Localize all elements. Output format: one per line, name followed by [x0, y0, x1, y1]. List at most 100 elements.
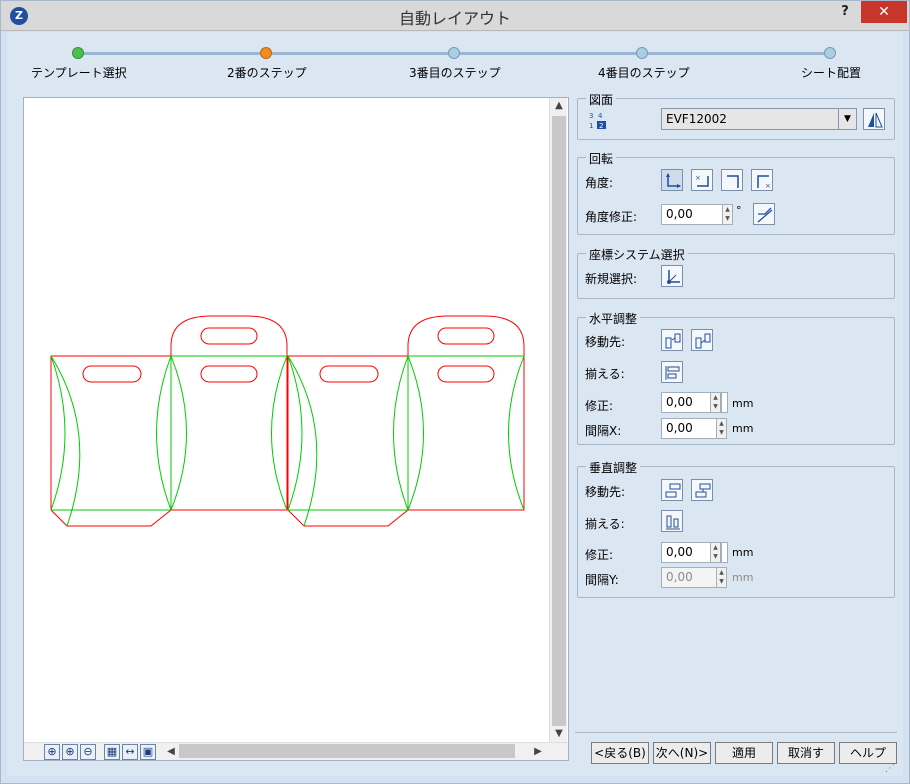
v-gap-label: 間隔Y:	[585, 573, 619, 587]
v-correction-spacer	[721, 542, 728, 563]
resize-grip-icon[interactable]: ⋰	[885, 763, 899, 777]
angle-correction-label: 角度修正:	[585, 210, 638, 224]
h-gap-unit: mm	[732, 422, 754, 435]
scroll-down-arrow-icon[interactable]: ▼	[552, 728, 566, 739]
rotate-270-icon: ×	[757, 175, 771, 190]
pick-angle-button[interactable]	[753, 203, 775, 225]
chevron-down-icon[interactable]: ▼	[838, 109, 856, 129]
layout-preview-canvas[interactable]	[23, 97, 569, 761]
box-crease-curve	[508, 355, 525, 511]
step-2-dot[interactable]	[260, 47, 272, 59]
fit-image-icon[interactable]: ▣	[140, 744, 156, 760]
vertical-scrollbar[interactable]: ▲ ▼	[549, 98, 567, 743]
v-correction-unit: mm	[732, 546, 754, 559]
zoom-out-icon[interactable]: ⊖	[80, 744, 96, 760]
spin-arrows-icon[interactable]: ▲ ▼	[722, 205, 732, 224]
footer-separator	[575, 732, 897, 733]
help-question-button[interactable]: ?	[831, 1, 859, 23]
coord-system-group-title: 座標システム選択	[586, 246, 688, 263]
cancel-button[interactable]: 取消す	[777, 742, 835, 764]
step-3-dot[interactable]	[448, 47, 460, 59]
coordinate-origin-icon	[667, 270, 680, 284]
angle-correction-input[interactable]: 0,00 ▲ ▼	[661, 204, 733, 225]
box-crease-curve	[287, 355, 318, 527]
select-origin-button[interactable]	[661, 265, 683, 287]
box-crease-curve	[407, 355, 424, 511]
h-move-right-button[interactable]	[691, 329, 713, 351]
h-correction-input[interactable]: 0,00 ▲ ▼	[661, 392, 721, 413]
box-crease-curve	[170, 355, 187, 511]
angle-correction-value: 0,00	[666, 207, 693, 221]
step-5-label[interactable]: シート配置	[801, 64, 861, 81]
vertical-scroll-thumb[interactable]	[552, 116, 566, 726]
die-line-drawing	[50, 315, 525, 527]
v-gap-unit: mm	[732, 571, 754, 584]
spin-arrows-icon[interactable]: ▲ ▼	[716, 419, 726, 438]
next-button[interactable]: 次へ(N)>	[653, 742, 711, 764]
box-crease-curve	[393, 355, 409, 511]
spin-arrows-icon: ▲ ▼	[716, 568, 726, 587]
v-correction-value: 0,00	[666, 545, 693, 559]
spin-arrows-icon[interactable]: ▲ ▼	[710, 393, 720, 412]
align-left-icon	[665, 333, 681, 349]
rotate-0-button[interactable]	[661, 169, 683, 191]
svg-text:3: 3	[589, 112, 593, 120]
mirror-drawing-button[interactable]	[863, 108, 885, 130]
svg-text:1: 1	[589, 122, 593, 130]
v-correction-input[interactable]: 0,00 ▲ ▼	[661, 542, 721, 563]
v-correction-label: 修正:	[585, 548, 614, 562]
step-2-label[interactable]: 2番のステップ	[227, 64, 307, 81]
mirror-icon	[868, 112, 883, 128]
close-button[interactable]: ✕	[861, 1, 907, 23]
h-align-label: 揃える:	[585, 367, 625, 381]
degree-unit: °	[736, 204, 742, 217]
v-align-button[interactable]	[661, 510, 683, 532]
scroll-right-arrow-icon[interactable]: ▶	[531, 746, 545, 757]
apply-button[interactable]: 適用	[715, 742, 773, 764]
vertical-adjust-title: 垂直調整	[586, 459, 641, 476]
scroll-up-arrow-icon[interactable]: ▲	[552, 100, 566, 111]
handle-hole-cutline	[200, 365, 258, 383]
rotation-group-title: 回転	[586, 150, 617, 167]
rotate-90-icon: ×	[695, 174, 709, 187]
h-align-button[interactable]	[661, 361, 683, 383]
zoom-in-icon[interactable]: ⊕	[44, 744, 60, 760]
step-4-label[interactable]: 4番目のステップ	[598, 64, 690, 81]
spin-arrows-icon[interactable]: ▲ ▼	[710, 543, 720, 562]
fit-sheet-icon[interactable]: ▦	[104, 744, 120, 760]
h-correction-label: 修正:	[585, 399, 614, 413]
drawing-select[interactable]: EVF12002 ▼	[661, 108, 857, 130]
rotate-90-button[interactable]: ×	[691, 169, 713, 191]
rotate-270-button[interactable]: ×	[751, 169, 773, 191]
box-right-panel-cutline	[170, 315, 288, 511]
window-title: 自動レイアウト	[398, 9, 511, 28]
box-crease-curve	[156, 355, 172, 511]
v-gap-value: 0,00	[666, 570, 693, 584]
step-3-label[interactable]: 3番目のステップ	[409, 64, 501, 81]
step-1-dot[interactable]	[72, 47, 84, 59]
h-gap-label: 間隔X:	[585, 424, 622, 438]
v-align-label: 揃える:	[585, 517, 625, 531]
svg-text:×: ×	[695, 174, 701, 182]
help-button[interactable]: ヘルプ	[839, 742, 897, 764]
h-gap-input[interactable]: 0,00 ▲ ▼	[661, 418, 727, 439]
back-button[interactable]: <戻る(B)	[591, 742, 649, 764]
rotate-180-button[interactable]	[721, 169, 743, 191]
zoom-window-icon[interactable]: ⊕	[62, 744, 78, 760]
step-1-label[interactable]: テンプレート選択	[31, 64, 127, 81]
h-move-left-button[interactable]	[661, 329, 683, 351]
scroll-left-arrow-icon[interactable]: ◀	[164, 746, 178, 757]
fit-width-icon[interactable]: ↔	[122, 744, 138, 760]
sheet-number-icon: 3 4 1 2	[588, 110, 608, 130]
step-4-dot[interactable]	[636, 47, 648, 59]
horizontal-scroll-thumb[interactable]	[179, 744, 515, 758]
align-bottom-icon	[695, 483, 711, 498]
new-selection-label: 新規選択:	[585, 272, 638, 286]
step-5-dot[interactable]	[824, 47, 836, 59]
handle-hole-cutline	[82, 365, 142, 383]
dialog-window: Z 自動レイアウト ? ✕ テンプレート選択 2番のステップ 3番目のステップ …	[0, 0, 910, 784]
title-bar: Z 自動レイアウト ? ✕	[1, 1, 909, 31]
v-move-down-button[interactable]	[691, 479, 713, 501]
v-move-up-button[interactable]	[661, 479, 683, 501]
rotate-180-icon	[727, 175, 739, 188]
